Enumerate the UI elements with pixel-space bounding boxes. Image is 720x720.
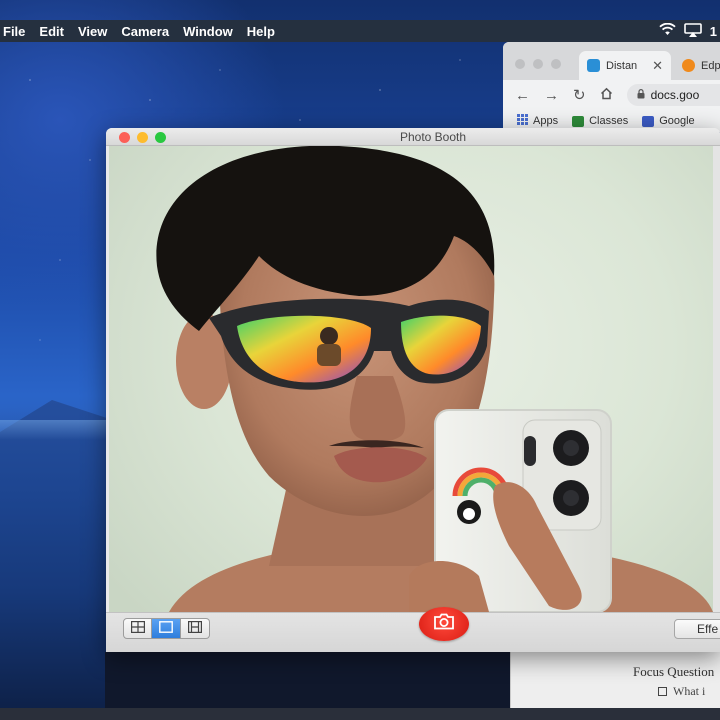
dock	[0, 708, 720, 720]
bookmark-label: Google	[659, 115, 695, 127]
home-icon[interactable]	[600, 87, 613, 104]
google-bookmark-icon	[642, 115, 655, 127]
menu-view[interactable]: View	[71, 24, 114, 39]
bookmark-label: Apps	[533, 115, 559, 127]
single-photo-icon	[159, 620, 173, 638]
window-right-edge	[713, 146, 720, 612]
camera-icon	[433, 613, 455, 635]
photo-booth-toolbar: Effe	[106, 607, 720, 652]
photo-booth-window: Photo Booth Effe	[106, 128, 720, 652]
chrome-tab-strip: Distan ✕ Edp	[503, 42, 720, 80]
reload-icon[interactable]: ↻	[573, 86, 586, 104]
menu-help[interactable]: Help	[240, 24, 282, 39]
chrome-close-button[interactable]	[515, 59, 525, 69]
forward-arrow-icon[interactable]: →	[544, 87, 559, 104]
grid-view-button[interactable]	[123, 618, 152, 639]
chrome-tab-edp[interactable]: Edp	[674, 51, 720, 80]
classroom-icon	[572, 115, 585, 127]
lock-icon	[637, 88, 645, 102]
chrome-minimize-button[interactable]	[533, 59, 543, 69]
camera-feed-image	[156, 146, 713, 612]
chrome-window: Distan ✕ Edp ← → ↻ docs.goo Apps Classes…	[503, 42, 720, 132]
classroom-favicon-icon	[587, 59, 600, 72]
single-photo-button[interactable]	[152, 618, 181, 639]
chrome-tab-distance[interactable]: Distan ✕	[579, 51, 671, 80]
address-text: docs.goo	[650, 88, 700, 102]
menu-edit[interactable]: Edit	[32, 24, 71, 39]
apps-grid-icon	[517, 114, 528, 128]
doc-checklist-item[interactable]: What i	[658, 684, 705, 699]
chrome-traffic-lights	[515, 59, 561, 69]
grid-view-icon	[130, 620, 145, 638]
photo-booth-titlebar[interactable]: Photo Booth	[106, 128, 720, 146]
filmstrip-icon	[188, 620, 203, 638]
chrome-zoom-button[interactable]	[551, 59, 561, 69]
take-photo-button[interactable]	[419, 607, 469, 641]
window-title: Photo Booth	[399, 130, 467, 144]
bookmark-google[interactable]: Google	[642, 115, 695, 127]
checkbox-icon[interactable]	[658, 687, 667, 696]
doc-heading: Focus Question	[633, 664, 715, 679]
menu-camera[interactable]: Camera	[114, 24, 176, 39]
bookmark-classes[interactable]: Classes	[572, 115, 628, 127]
menu-window[interactable]: Window	[176, 24, 240, 39]
chrome-tab-label: Distan	[606, 59, 638, 72]
address-bar[interactable]: docs.goo	[626, 84, 720, 106]
edpuzzle-favicon-icon	[682, 59, 695, 72]
effects-button[interactable]: Effe	[674, 619, 720, 639]
bookmark-label: Classes	[589, 115, 629, 127]
menubar-clock[interactable]: 1	[710, 24, 717, 39]
menu-file[interactable]: File	[0, 24, 32, 39]
camera-preview	[109, 146, 713, 612]
doc-item-text: What i	[673, 684, 706, 698]
back-arrow-icon[interactable]: ←	[515, 87, 530, 104]
wifi-icon[interactable]	[659, 22, 676, 39]
bookmark-apps[interactable]: Apps	[517, 114, 558, 128]
chrome-toolbar: ← → ↻ docs.goo	[503, 80, 720, 110]
google-doc-area: Focus Question What i	[510, 652, 720, 708]
chrome-tab-label: Edp	[701, 59, 720, 72]
menu-bar: File Edit View Camera Window Help 1	[0, 20, 720, 42]
view-mode-selector	[123, 618, 210, 639]
tab-close-icon[interactable]: ✕	[652, 58, 663, 74]
airplay-icon[interactable]	[683, 22, 702, 40]
filmstrip-button[interactable]	[181, 618, 210, 639]
